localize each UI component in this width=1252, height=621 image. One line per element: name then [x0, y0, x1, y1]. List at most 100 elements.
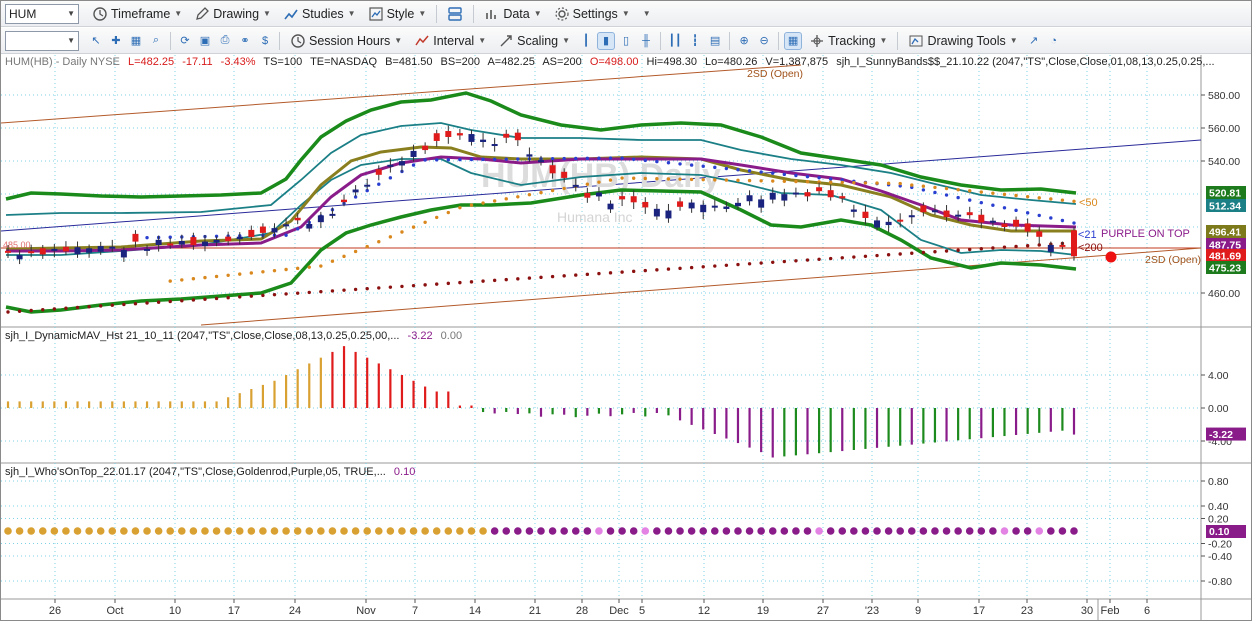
whos-on-top-dot [409, 527, 418, 535]
ma50-dot [423, 220, 427, 224]
whos-on-top-dot [38, 527, 47, 535]
ma200-dot [1037, 243, 1041, 247]
candle-down [294, 217, 301, 221]
grid-icon[interactable]: ▦ [127, 32, 145, 50]
drawing-tools-button[interactable]: Drawing Tools ▼ [903, 30, 1022, 52]
whos-on-top-dot [398, 527, 406, 535]
style-button[interactable]: Style ▼ [363, 3, 432, 25]
annotation-2sd-open-top: 2SD (Open) [747, 68, 803, 80]
candle-down [375, 169, 382, 175]
ma200-dot [272, 292, 277, 297]
high-price: Hi=498.30 [646, 56, 697, 68]
ma21-dot [724, 166, 729, 171]
heikin-icon[interactable]: ┇ [686, 32, 704, 50]
ma200-dot [307, 290, 311, 295]
data-window-icon[interactable]: ▦ [784, 31, 803, 50]
tracking-button[interactable]: Tracking ▼ [804, 30, 892, 52]
print-icon[interactable]: ⎙ [216, 32, 234, 50]
ma50-dot [1025, 194, 1030, 199]
ma50-dot [724, 178, 729, 182]
ma200-dot [852, 255, 856, 259]
candle-down [503, 133, 510, 138]
ma200-dot [87, 305, 91, 309]
whos-on-top-dot [676, 527, 684, 535]
speedometer-icon[interactable]: ◔ [1045, 32, 1063, 50]
ma21-dot [1025, 211, 1030, 215]
chevron-down-icon: ▼ [174, 9, 183, 18]
whos-on-top-dot [235, 527, 244, 535]
ma21-dot [736, 167, 740, 172]
candle-up [874, 220, 881, 228]
time-axis-label: 27 [817, 605, 829, 617]
ma21-dot [562, 156, 566, 161]
ma50-dot [168, 279, 172, 283]
ma21-dot [608, 156, 613, 160]
candle-down [225, 236, 232, 242]
ma21-dot [747, 169, 752, 173]
ma200-dot [562, 274, 566, 278]
image-icon[interactable]: ▣ [196, 32, 214, 50]
ma200-dot [377, 286, 381, 290]
timeframe-button[interactable]: Timeframe ▼ [87, 3, 187, 25]
symbol-input[interactable]: HUM ▼ [5, 3, 79, 24]
crosshair-icon[interactable]: ✚ [107, 32, 125, 50]
more-button[interactable]: ▼ [637, 3, 656, 25]
time-axis-label: 26 [49, 605, 61, 617]
dollar-icon[interactable]: $ [256, 32, 274, 50]
link-icon[interactable]: ⚭ [236, 32, 254, 50]
layout-button[interactable] [442, 3, 468, 25]
ma200-dot [458, 280, 462, 285]
candle-down [445, 131, 452, 137]
volume-bars-icon[interactable]: ┃┃ [666, 32, 684, 50]
cursor-icon[interactable]: ↖ [87, 32, 105, 50]
separator [170, 31, 171, 50]
ma21-dot [574, 156, 578, 161]
annotation-lt21: <21 [1078, 229, 1097, 241]
ma200-dot [574, 273, 578, 277]
whos-on-top-dot [201, 527, 209, 535]
ohlc-icon[interactable]: ╫ [637, 32, 655, 50]
whos-on-top-dot [293, 527, 302, 535]
chart-area[interactable]: 580.00 560.00 540.00 460.00 HUM(HB) Daily Hum… [0, 55, 1251, 620]
drawing-button[interactable]: Drawing ▼ [189, 3, 276, 25]
ma50-dot [655, 177, 659, 181]
zoom-box-icon[interactable]: ⌕ [147, 32, 165, 50]
scaling-button[interactable]: Scaling ▼ [493, 30, 575, 52]
candle-down [677, 201, 684, 207]
ma200-dot [29, 308, 33, 313]
ma200-dot [516, 277, 520, 281]
ma50-dot [353, 249, 358, 254]
zoom-out-icon[interactable]: ⊖ [755, 32, 773, 50]
settings-button[interactable]: Settings ▼ [549, 3, 635, 25]
ma50-dot [713, 178, 717, 182]
ma50-dot [516, 195, 520, 199]
ma21-dot [377, 182, 381, 186]
split-pane-icon[interactable]: ▤ [706, 32, 724, 50]
ma50-dot [272, 268, 277, 273]
ma50-dot [203, 275, 207, 280]
trade-exchange: TE=NASDAQ [310, 56, 378, 68]
net-change: -17.11 [182, 56, 213, 68]
whos-on-top-axis-label: 0.80 [1208, 476, 1229, 488]
ma200-dot [805, 258, 810, 262]
drawing-label: Drawing [213, 6, 260, 21]
ma50-dot [585, 182, 590, 186]
drawing-tools-label: Drawing Tools [927, 33, 1006, 48]
ma21-dot [979, 200, 984, 205]
candle-down [39, 248, 46, 255]
bar-chart-icon[interactable]: ┃ [577, 32, 595, 50]
data-button[interactable]: Data ▼ [479, 3, 546, 25]
ma200-dot [701, 265, 705, 269]
session-hours-button[interactable]: Session Hours ▼ [285, 30, 407, 52]
ma21-dot [817, 176, 821, 180]
refresh-icon[interactable]: ⟳ [176, 32, 194, 50]
secondary-symbol-input[interactable]: ▼ [5, 30, 79, 51]
whos-on-top-dot [143, 527, 151, 535]
price-axis-label: 540.00 [1208, 156, 1240, 168]
interval-button[interactable]: Interval ▼ [409, 30, 491, 52]
trend-icon[interactable]: ↗ [1025, 32, 1043, 50]
zoom-in-icon[interactable]: ⊕ [735, 32, 753, 50]
studies-button[interactable]: Studies ▼ [278, 3, 361, 25]
candlestick-icon[interactable]: ▮ [597, 31, 616, 50]
hollow-candle-icon[interactable]: ▯ [617, 32, 635, 50]
